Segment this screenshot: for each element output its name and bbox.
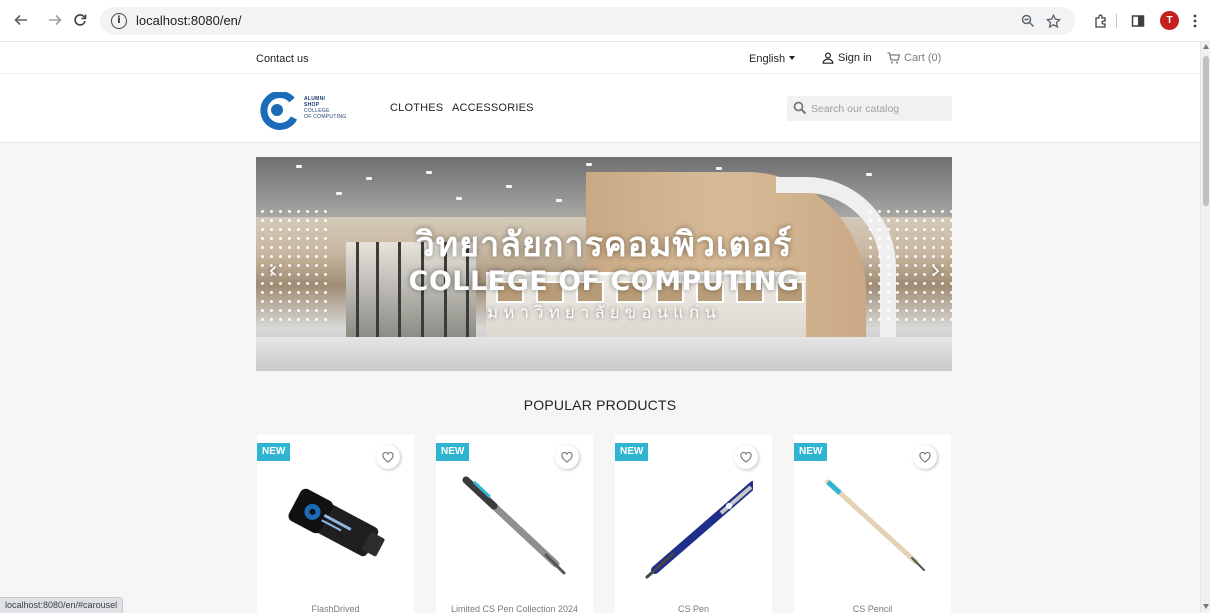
product-image-flashdrive[interactable]: [275, 470, 395, 580]
wishlist-heart-icon[interactable]: [734, 445, 758, 469]
language-label: English: [749, 53, 786, 65]
scroll-up-icon[interactable]: [1203, 44, 1209, 49]
new-badge: NEW: [257, 443, 291, 461]
new-badge: NEW: [615, 443, 649, 461]
product-card[interactable]: NEW CS Pen: [615, 435, 772, 613]
page-scrollbar[interactable]: [1200, 42, 1210, 613]
profile-avatar[interactable]: T: [1160, 11, 1179, 30]
menu-item-accessories[interactable]: ACCESSORIES: [452, 102, 534, 114]
wishlist-heart-icon[interactable]: [555, 445, 579, 469]
site-logo[interactable]: ALUMNI SHOP COLLEGE OF COMPUTING: [258, 90, 358, 130]
product-card[interactable]: NEW CS Pencil: [794, 435, 951, 613]
product-name[interactable]: Limited CS Pen Collection 2024: [436, 604, 593, 613]
scrollbar-thumb[interactable]: [1203, 56, 1209, 206]
link-status-bar: localhost:8080/en/#carousel: [0, 597, 124, 613]
product-image-cs-pen[interactable]: [633, 470, 753, 580]
reload-icon[interactable]: [69, 9, 91, 31]
carousel-title-thai: วิทยาลัยการคอมพิวเตอร์: [415, 225, 793, 265]
sign-in-link[interactable]: Sign in: [822, 52, 872, 64]
header-divider: [0, 73, 1200, 74]
new-badge: NEW: [436, 443, 470, 461]
bookmark-star-icon[interactable]: [1043, 11, 1063, 31]
product-name[interactable]: CS Pencil: [794, 604, 951, 613]
popular-products-title: POPULAR PRODUCTS: [523, 397, 677, 413]
extensions-icon[interactable]: [1089, 10, 1111, 32]
address-bar[interactable]: i localhost:8080/en/: [100, 7, 1075, 35]
language-selector[interactable]: English: [749, 53, 796, 65]
menu-item-clothes[interactable]: CLOTHES: [390, 102, 443, 114]
product-name[interactable]: CS Pen: [615, 604, 772, 613]
carousel-subtitle-thai: มหาวิทยาลัยขอนแก่น: [487, 303, 721, 323]
address-url[interactable]: localhost:8080/en/: [136, 13, 242, 28]
product-card[interactable]: NEW FlashDrived: [257, 435, 414, 613]
logo-text: ALUMNI SHOP COLLEGE OF COMPUTING: [304, 96, 347, 120]
zoom-icon[interactable]: [1018, 11, 1038, 31]
search-icon[interactable]: [793, 101, 807, 115]
forward-icon[interactable]: [44, 9, 66, 31]
user-icon: [822, 52, 834, 64]
product-image-limited-pen[interactable]: [454, 470, 574, 580]
product-image-cs-pencil[interactable]: [812, 470, 932, 580]
scroll-down-icon[interactable]: [1203, 604, 1209, 609]
more-menu-icon[interactable]: [1184, 10, 1206, 32]
carousel-next-icon[interactable]: ›: [926, 257, 946, 283]
search-box: [787, 96, 952, 121]
carousel-photo-floor: [256, 337, 952, 371]
search-input[interactable]: [811, 100, 946, 117]
site-header: Contact us English Sign in Cart (0) ALUM…: [0, 42, 1200, 143]
wishlist-heart-icon[interactable]: [913, 445, 937, 469]
browser-toolbar: i localhost:8080/en/ T: [0, 0, 1210, 42]
product-name[interactable]: FlashDrived: [257, 604, 414, 613]
cart-label: Cart (0): [904, 52, 942, 64]
cart-link[interactable]: Cart (0): [887, 52, 941, 64]
wishlist-heart-icon[interactable]: [376, 445, 400, 469]
sign-in-label: Sign in: [838, 52, 872, 64]
carousel-prev-icon[interactable]: ‹: [263, 257, 283, 283]
cart-icon: [887, 52, 900, 64]
contact-link[interactable]: Contact us: [256, 53, 309, 65]
caret-down-icon: [789, 56, 796, 60]
site-info-icon[interactable]: i: [111, 13, 127, 29]
logo-line-4: OF COMPUTING: [304, 114, 347, 120]
toolbar-separator: [1116, 14, 1117, 28]
hero-carousel[interactable]: วิทยาลัยการคอมพิวเตอร์ COLLEGE OF COMPUT…: [256, 157, 952, 371]
back-icon[interactable]: [10, 9, 32, 31]
carousel-title-en: COLLEGE OF COMPUTING: [408, 266, 800, 297]
product-card[interactable]: NEW Limited CS Pen Collection 2024: [436, 435, 593, 613]
new-badge: NEW: [794, 443, 828, 461]
logo-mark-icon: [260, 90, 298, 130]
side-panel-icon[interactable]: [1127, 10, 1149, 32]
